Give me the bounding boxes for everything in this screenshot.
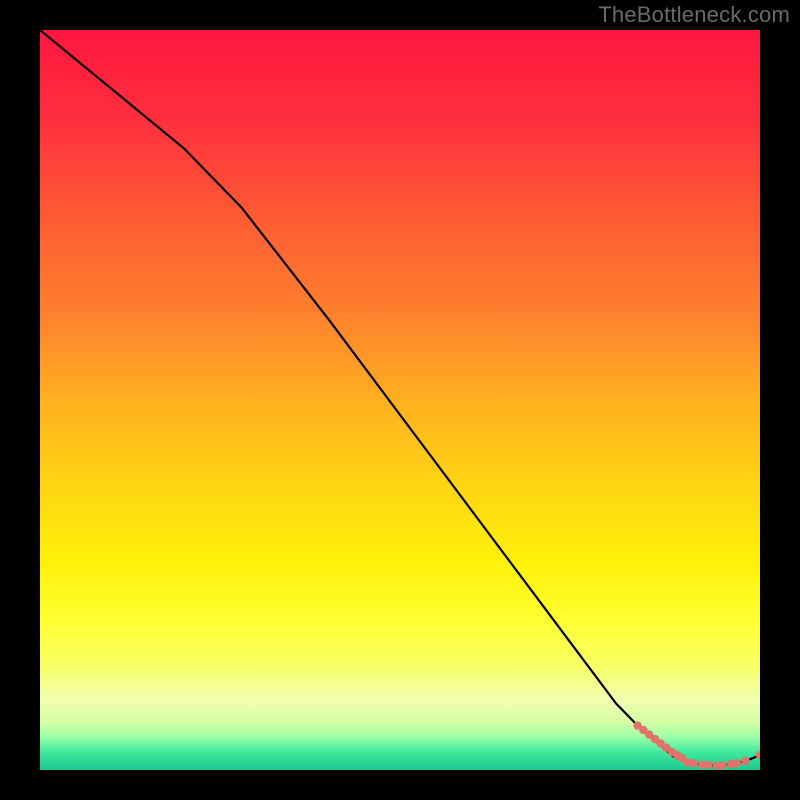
data-point <box>733 759 741 767</box>
data-point <box>690 759 698 767</box>
plot-svg <box>40 30 760 770</box>
watermark-label: TheBottleneck.com <box>598 2 790 28</box>
data-point <box>704 761 712 769</box>
data-point <box>741 757 749 765</box>
chart-frame: TheBottleneck.com <box>0 0 800 800</box>
plot-area <box>40 30 760 770</box>
data-point <box>718 761 726 769</box>
gradient-background <box>40 30 760 770</box>
